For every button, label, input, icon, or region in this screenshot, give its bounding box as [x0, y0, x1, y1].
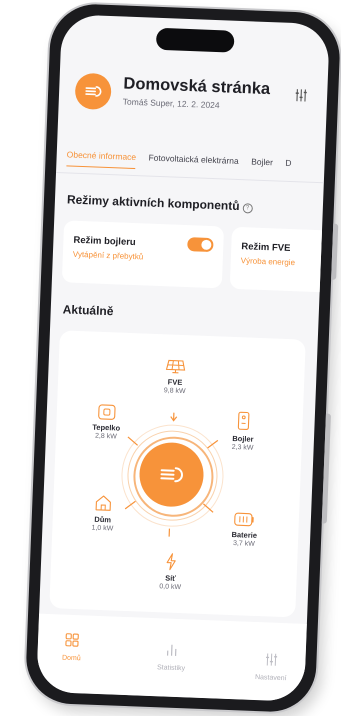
current-section-title: Aktuálně	[62, 302, 114, 319]
node-baterie[interactable]: Baterie 3,7 kW	[209, 510, 280, 549]
bar-chart-icon	[166, 644, 177, 656]
modes-section-title: Režimy aktivních komponentů	[66, 192, 240, 214]
node-bojler[interactable]: Bojler 2,3 kW	[207, 410, 278, 453]
grid-icon	[65, 633, 79, 647]
lightning-icon	[166, 553, 176, 571]
page-title: Domovská stránka	[123, 74, 271, 99]
nav-label: Statistiky	[156, 664, 186, 673]
app-screen: Domovská stránka Tomáš Super, 12. 2. 202…	[36, 14, 330, 702]
nav-item-statistiky[interactable]: Statistiky	[141, 642, 202, 673]
mode-card-bojler[interactable]: Režim bojleru Vytápění z přebytků	[61, 220, 225, 289]
tab-obecne-informace[interactable]: Obecné informace	[66, 149, 137, 171]
node-value: 0,0 kW	[159, 583, 182, 592]
tab-bojler[interactable]: Bojler	[251, 156, 273, 173]
app-logo-icon	[74, 72, 112, 111]
node-tepelko[interactable]: Tepelko 2,8 kW	[71, 403, 142, 442]
energy-flow-card: FVE 9,8 kW Bojler 2,3 kW Baterie 3,7 kW …	[49, 330, 306, 618]
nav-label: Domů	[61, 654, 81, 663]
page-subtitle: Tomáš Super, 12. 2. 2024	[122, 96, 220, 111]
filter-sliders-button[interactable]	[291, 85, 312, 106]
nav-item-domu[interactable]: Domů	[41, 632, 102, 663]
sliders-icon	[266, 653, 278, 666]
nav-label: Nastavení	[254, 674, 287, 683]
heat-pump-icon	[98, 404, 116, 420]
side-button-lower	[321, 413, 331, 524]
tab-more[interactable]: D	[285, 158, 292, 174]
app-header: Domovská stránka Tomáš Super, 12. 2. 202…	[74, 72, 316, 132]
tab-fotovoltaicka-elektrarna[interactable]: Fotovoltaická elektrárna	[148, 153, 239, 172]
tab-bar: Obecné informace Fotovoltaická elektrárn…	[66, 144, 325, 176]
mode-card-subtitle: Vytápění z přebytků	[72, 249, 144, 262]
node-value: 1,0 kW	[91, 524, 114, 533]
bottom-navigation: Domů Statistiky Nastavení	[36, 613, 307, 702]
node-value: 2,8 kW	[94, 432, 117, 441]
mode-card-title: Režim FVE	[241, 241, 291, 255]
dynamic-island	[155, 27, 235, 53]
side-button-upper	[331, 223, 339, 280]
node-value: 2,3 kW	[231, 443, 254, 452]
solar-panel-icon	[165, 359, 186, 374]
nav-item-nastaveni[interactable]: Nastavení	[241, 651, 302, 682]
mode-card-fve[interactable]: Režim FVE Výroba energie	[229, 226, 330, 295]
sliders-icon	[295, 89, 307, 102]
battery-icon	[234, 512, 254, 527]
bojler-mode-toggle[interactable]	[187, 237, 214, 253]
home-energy-logo-icon	[160, 467, 183, 483]
mode-card-title: Režim bojleru	[73, 234, 136, 249]
node-sit[interactable]: Síť 0,0 kW	[135, 551, 206, 592]
phone-frame: Domovská stránka Tomáš Super, 12. 2. 202…	[24, 2, 341, 714]
node-fve[interactable]: FVE 9,8 kW	[140, 357, 211, 396]
node-value: 3,7 kW	[232, 540, 255, 548]
modes-section-heading: Režimy aktivních komponentů?	[66, 192, 253, 214]
node-dum[interactable]: Dům 1,0 kW	[67, 493, 138, 534]
mode-card-subtitle: Výroba energie	[240, 256, 296, 268]
boiler-icon	[237, 411, 250, 431]
house-icon	[95, 495, 111, 511]
info-icon[interactable]: ?	[242, 203, 253, 214]
node-value: 9,8 kW	[163, 387, 186, 396]
